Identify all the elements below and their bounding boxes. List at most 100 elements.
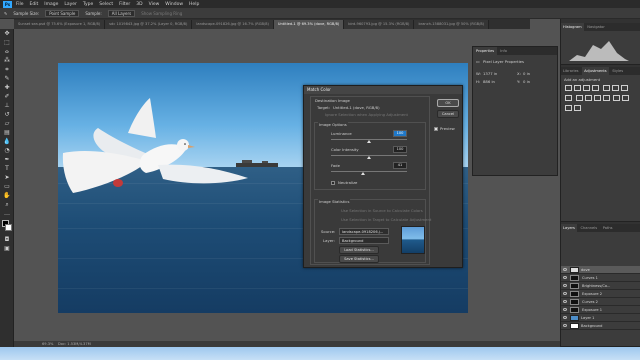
layer-row[interactable]: dove [561, 266, 640, 274]
lasso-tool-icon[interactable]: ⴰ [3, 48, 11, 56]
x-value[interactable]: 0 in [523, 71, 530, 76]
hue-saturation-icon[interactable] [611, 85, 619, 91]
document-tab[interactable]: sdc 1019843.jpg @ 37.2% (Layer 0, RGB/8) [105, 20, 193, 29]
document-tab[interactable]: landscape-091826.jpg @ 16.7% (RGB/8) [192, 20, 274, 29]
document-tab[interactable]: Sunset sea.psd @ 75.6% (Exposure 1, RGB/… [14, 20, 106, 29]
load-statistics-button[interactable]: Load Statistics... [339, 246, 379, 254]
tab-libraries[interactable]: Libraries [561, 67, 581, 75]
sample-select[interactable]: All Layers [107, 9, 136, 17]
stamp-tool-icon[interactable]: ⊥ [3, 102, 11, 110]
fade-slider-handle[interactable] [361, 172, 365, 175]
color-lookup-icon[interactable] [593, 95, 601, 101]
document-tab[interactable]: branch-1588031.jpg @ 50% (RGB/8) [414, 20, 490, 29]
gradient-map-icon[interactable] [574, 105, 581, 111]
use-selection-source-checkbox[interactable]: Use Selection in Source to Calculate Col… [341, 208, 423, 213]
source-select[interactable]: landscape-0918206.j... [339, 228, 389, 235]
path-select-tool-icon[interactable]: ➤ [3, 174, 11, 182]
menu-help[interactable]: Help [189, 2, 199, 7]
shape-tool-icon[interactable]: ▭ [3, 183, 11, 191]
type-tool-icon[interactable]: T [3, 165, 11, 173]
menu-type[interactable]: Type [83, 2, 93, 7]
black-white-icon[interactable] [565, 95, 572, 101]
crop-tool-icon[interactable]: ⌗ [3, 66, 11, 74]
pen-tool-icon[interactable]: ✒ [3, 156, 11, 164]
document-tab[interactable]: bird-960793.jpg @ 15.3% (RGB/8) [344, 20, 415, 29]
fade-slider-track[interactable] [331, 171, 407, 172]
levels-icon[interactable] [574, 85, 581, 91]
tab-properties[interactable]: Properties [473, 47, 498, 55]
menu-file[interactable]: File [16, 2, 24, 7]
layer-row[interactable]: Exposure 1 [561, 306, 640, 314]
menu-layer[interactable]: Layer [64, 2, 77, 7]
more-tools-icon[interactable]: … [3, 210, 11, 218]
ignore-selection-checkbox[interactable]: Ignore Selection when Applying Adjustmen… [325, 112, 408, 117]
cancel-button[interactable]: Cancel [437, 110, 459, 118]
quick-select-tool-icon[interactable]: ⁂ [3, 57, 11, 65]
menu-edit[interactable]: Edit [30, 2, 39, 7]
eyedropper-tool-icon[interactable]: ✎ [4, 11, 7, 16]
w-value[interactable]: 1377 in [483, 71, 497, 76]
brightness-icon[interactable] [565, 85, 572, 91]
eye-icon[interactable] [563, 268, 567, 271]
tab-info[interactable]: Info [497, 47, 510, 55]
eye-icon[interactable] [563, 316, 567, 319]
sample-size-select[interactable]: Point Sample [45, 9, 80, 17]
tab-paths[interactable]: Paths [601, 224, 615, 232]
luminance-slider-handle[interactable] [367, 140, 371, 143]
photo-filter-icon[interactable] [575, 95, 583, 101]
color-swatches[interactable] [2, 220, 12, 234]
move-tool-icon[interactable]: ✥ [3, 30, 11, 38]
color-intensity-input[interactable]: 100 [393, 146, 407, 153]
tab-layers[interactable]: Layers [561, 224, 577, 232]
color-intensity-slider-handle[interactable] [367, 156, 371, 159]
menu-image[interactable]: Image [44, 2, 58, 7]
threshold-icon[interactable] [622, 95, 630, 101]
blur-tool-icon[interactable]: 💧 [3, 138, 11, 146]
healing-tool-icon[interactable]: ✚ [3, 84, 11, 92]
tab-styles[interactable]: Styles [610, 67, 625, 75]
preview-checkbox[interactable] [434, 127, 438, 131]
marquee-tool-icon[interactable]: ⬚ [3, 39, 11, 47]
eye-icon[interactable] [563, 292, 567, 295]
fade-input[interactable]: 41 [393, 162, 407, 169]
vibrance-icon[interactable] [602, 85, 610, 91]
menu-window[interactable]: Window [165, 2, 183, 7]
menu-view[interactable]: View [149, 2, 160, 7]
document-tab-active[interactable]: Untitled-1 @ 69.3% (dove, RGB/8) [273, 20, 345, 29]
background-color-swatch[interactable] [5, 224, 12, 231]
selective-color-icon[interactable] [565, 105, 572, 111]
tab-adjustments[interactable]: Adjustments [582, 67, 609, 75]
eye-icon[interactable] [563, 300, 567, 303]
photoshop-logo[interactable]: Ps [3, 0, 12, 8]
menu-filter[interactable]: Filter [119, 2, 130, 7]
layer-select[interactable]: Background [339, 237, 389, 244]
invert-icon[interactable] [602, 95, 610, 101]
exposure-icon[interactable] [592, 85, 599, 91]
show-sampling-ring-checkbox[interactable]: Show Sampling Ring [141, 11, 182, 16]
eyedropper-tool-icon[interactable]: ✎ [3, 75, 11, 83]
eye-icon[interactable] [563, 308, 567, 311]
menu-select[interactable]: Select [99, 2, 113, 7]
eye-icon[interactable] [563, 324, 567, 327]
eraser-tool-icon[interactable]: ▱ [3, 120, 11, 128]
ok-button[interactable]: OK [437, 99, 459, 107]
channel-mixer-icon[interactable] [584, 95, 592, 101]
color-balance-icon[interactable] [620, 85, 628, 91]
brush-tool-icon[interactable]: ✐ [3, 93, 11, 101]
eye-icon[interactable] [563, 284, 567, 287]
menu-3d[interactable]: 3D [136, 2, 142, 7]
screen-mode-icon[interactable]: ▣ [3, 245, 11, 253]
use-selection-target-checkbox[interactable]: Use Selection in Target to Calculate Adj… [341, 217, 431, 222]
h-value[interactable]: 886 in [483, 79, 495, 84]
hand-tool-icon[interactable]: ✋ [3, 192, 11, 200]
gradient-tool-icon[interactable]: ▤ [3, 129, 11, 137]
curves-icon[interactable] [583, 85, 590, 91]
tab-navigator[interactable]: Navigator [585, 23, 607, 31]
quick-mask-icon[interactable]: ◘ [3, 236, 11, 244]
dodge-tool-icon[interactable]: ◔ [3, 147, 11, 155]
eye-icon[interactable] [563, 276, 567, 279]
zoom-level[interactable]: 69.3% [42, 342, 53, 346]
tab-channels[interactable]: Channels [579, 224, 600, 232]
tab-histogram[interactable]: Histogram [561, 23, 584, 31]
zoom-tool-icon[interactable]: ⌕ [3, 201, 11, 209]
